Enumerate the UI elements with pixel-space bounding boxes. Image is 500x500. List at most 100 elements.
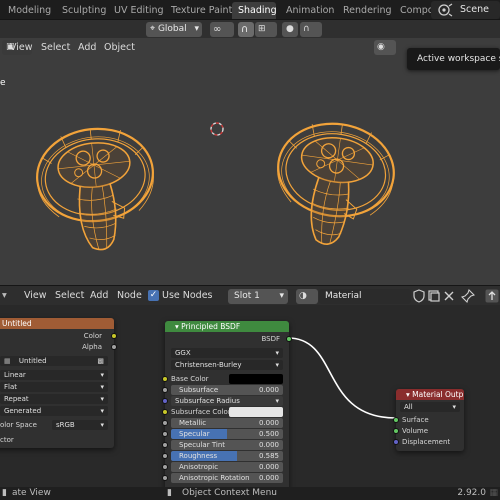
tab-texture-paint[interactable]: Texture Paint — [165, 2, 238, 19]
subsurface-radius-socket[interactable] — [162, 398, 168, 404]
metallic-label: Metallic — [179, 419, 207, 427]
tab-modeling[interactable]: Modeling — [2, 2, 57, 19]
color-space-value: sRGB — [56, 421, 75, 429]
bsdf-output-label: BSDF — [261, 335, 280, 343]
anisotropic-field[interactable]: Anisotropic 0.000 — [171, 462, 283, 472]
shader-editor[interactable]: ▾ View Select Add Node ✓ Use Nodes Slot … — [0, 285, 500, 487]
tab-compositing[interactable]: Compos — [394, 2, 432, 19]
roughness-field[interactable]: Roughness 0.585 — [171, 451, 283, 461]
principled-bsdf-title: ▾ Principled BSDF — [165, 321, 289, 332]
collapse-chevron-icon[interactable]: ▾ — [406, 390, 410, 399]
snap-toggle[interactable]: ∩ — [238, 22, 254, 37]
color-space-label: olor Space — [0, 421, 37, 429]
visibility-dropdown[interactable]: ◉ — [374, 40, 396, 55]
subsurface-radius-label: Subsurface Radius — [175, 397, 240, 405]
workspace-tooltip: Active workspace sho — [407, 48, 500, 70]
viewport-overlay-label: e — [0, 78, 6, 88]
menu-select[interactable]: Select — [41, 38, 70, 57]
tab-rendering[interactable]: Rendering — [337, 2, 398, 19]
anisotropic-rotation-label: Anisotropic Rotation — [179, 474, 250, 482]
output-target-value: All — [404, 403, 413, 411]
orientation-label: Global — [157, 24, 187, 34]
subsurface-socket[interactable] — [162, 387, 168, 393]
image-alpha-socket[interactable] — [111, 344, 117, 350]
image-datablock-field[interactable]: ▦ Untitled ▩ — [0, 356, 108, 366]
3d-viewport[interactable]: ⌖ Global ▾ ∞ ∩ ⊞ ● ∩ ▣ View Select Add O… — [0, 20, 500, 285]
displacement-socket[interactable] — [393, 439, 399, 445]
proportional-falloff-dropdown[interactable]: ∩ — [300, 22, 322, 37]
specular-field[interactable]: Specular 0.500 — [171, 429, 283, 439]
surface-socket[interactable] — [393, 417, 399, 423]
source-dropdown[interactable]: Generated ▾ — [0, 406, 108, 416]
collapse-chevron-icon[interactable]: ▾ — [175, 322, 179, 331]
magnet-icon: ∩ — [241, 24, 249, 35]
projection-dropdown[interactable]: Flat ▾ — [0, 382, 108, 392]
specular-value: 0.500 — [258, 430, 279, 438]
specular-tint-label: Specular Tint — [179, 441, 226, 449]
mouse-left-icon: ▮ — [2, 488, 7, 498]
chevron-down-icon: ▾ — [275, 397, 279, 405]
image-texture-node-title: Untitled — [0, 318, 114, 329]
output-target-dropdown[interactable]: All ▾ — [400, 402, 460, 412]
source-value: Generated — [4, 407, 42, 415]
roughness-label: Roughness — [179, 452, 218, 460]
transform-orientation-dropdown[interactable]: ⌖ Global ▾ — [146, 22, 202, 37]
base-color-socket[interactable] — [162, 376, 168, 382]
material-output-title-text: Material Output — [412, 390, 464, 399]
link-icon: ∞ — [213, 24, 222, 35]
roughness-socket[interactable] — [162, 453, 168, 459]
anisotropic-rotation-socket[interactable] — [162, 475, 168, 481]
tab-sculpting[interactable]: Sculpting — [56, 2, 112, 19]
chevron-down-icon: ▾ — [100, 407, 104, 415]
snap-target-dropdown[interactable]: ⊞ — [255, 22, 277, 37]
subsurface-radius-dropdown[interactable]: Subsurface Radius ▾ — [171, 396, 283, 406]
material-output-node[interactable]: ▾ Material Output All ▾ Surface Volume D… — [393, 389, 464, 451]
image-color-socket[interactable] — [111, 333, 117, 339]
subsurface-field[interactable]: Subsurface 0.000 — [171, 385, 283, 395]
distribution-value: GGX — [175, 349, 191, 357]
subsurface-method-dropdown[interactable]: Christensen-Burley ▾ — [171, 360, 283, 370]
scene-name[interactable]: Scene — [460, 0, 489, 20]
chevron-down-icon: ▾ — [275, 361, 279, 369]
menu-object[interactable]: Object — [104, 38, 135, 57]
tab-shading[interactable]: Shading — [232, 2, 276, 19]
anisotropic-socket[interactable] — [162, 464, 168, 470]
bsdf-output-socket[interactable] — [286, 336, 292, 342]
snap-grid-icon: ⊞ — [258, 24, 266, 34]
subsurface-label: Subsurface — [179, 386, 219, 394]
metallic-value: 0.000 — [258, 419, 279, 427]
interpolation-dropdown[interactable]: Linear ▾ — [0, 370, 108, 380]
menu-view[interactable]: View — [10, 38, 33, 57]
image-texture-node[interactable]: Untitled Color Alpha ▦ Untitled ▩ Linear… — [0, 318, 117, 448]
roughness-value: 0.585 — [258, 452, 279, 460]
specular-label: Specular — [179, 430, 210, 438]
tab-uv-editing[interactable]: UV Editing — [108, 2, 170, 19]
specular-socket[interactable] — [162, 431, 168, 437]
volume-socket[interactable] — [393, 428, 399, 434]
status-left-hint: ate View — [12, 488, 51, 498]
eye-icon: ◉ — [377, 42, 385, 52]
color-space-dropdown[interactable]: sRGB ▾ — [52, 420, 108, 430]
surface-input-label: Surface — [402, 416, 429, 424]
specular-tint-socket[interactable] — [162, 442, 168, 448]
extension-dropdown[interactable]: Repeat ▾ — [0, 394, 108, 404]
status-center-hint: Object Context Menu — [182, 488, 278, 498]
metallic-field[interactable]: Metallic 0.000 — [171, 418, 283, 428]
anisotropic-rotation-field[interactable]: Anisotropic Rotation 0.000 — [171, 473, 283, 483]
proportional-edit-toggle[interactable]: ● — [282, 22, 298, 37]
principled-bsdf-node[interactable]: ▾ Principled BSDF BSDF GGX ▾ Christensen… — [162, 321, 292, 487]
distribution-dropdown[interactable]: GGX ▾ — [171, 348, 283, 358]
interpolation-value: Linear — [4, 371, 26, 379]
base-color-swatch[interactable] — [229, 374, 283, 384]
pivot-point-button[interactable]: ∞ — [210, 22, 234, 37]
chevron-down-icon: ▾ — [100, 395, 104, 403]
metallic-socket[interactable] — [162, 420, 168, 426]
subsurface-color-swatch[interactable] — [229, 407, 283, 417]
subsurface-color-socket[interactable] — [162, 409, 168, 415]
chevron-down-icon: ▾ — [275, 349, 279, 357]
menu-add[interactable]: Add — [78, 38, 96, 57]
specular-tint-field[interactable]: Specular Tint 0.000 — [171, 440, 283, 450]
tab-animation[interactable]: Animation — [280, 2, 340, 19]
anisotropic-value: 0.000 — [258, 463, 279, 471]
viewport-toolbar: ⌖ Global ▾ ∞ ∩ ⊞ ● ∩ — [0, 20, 500, 38]
